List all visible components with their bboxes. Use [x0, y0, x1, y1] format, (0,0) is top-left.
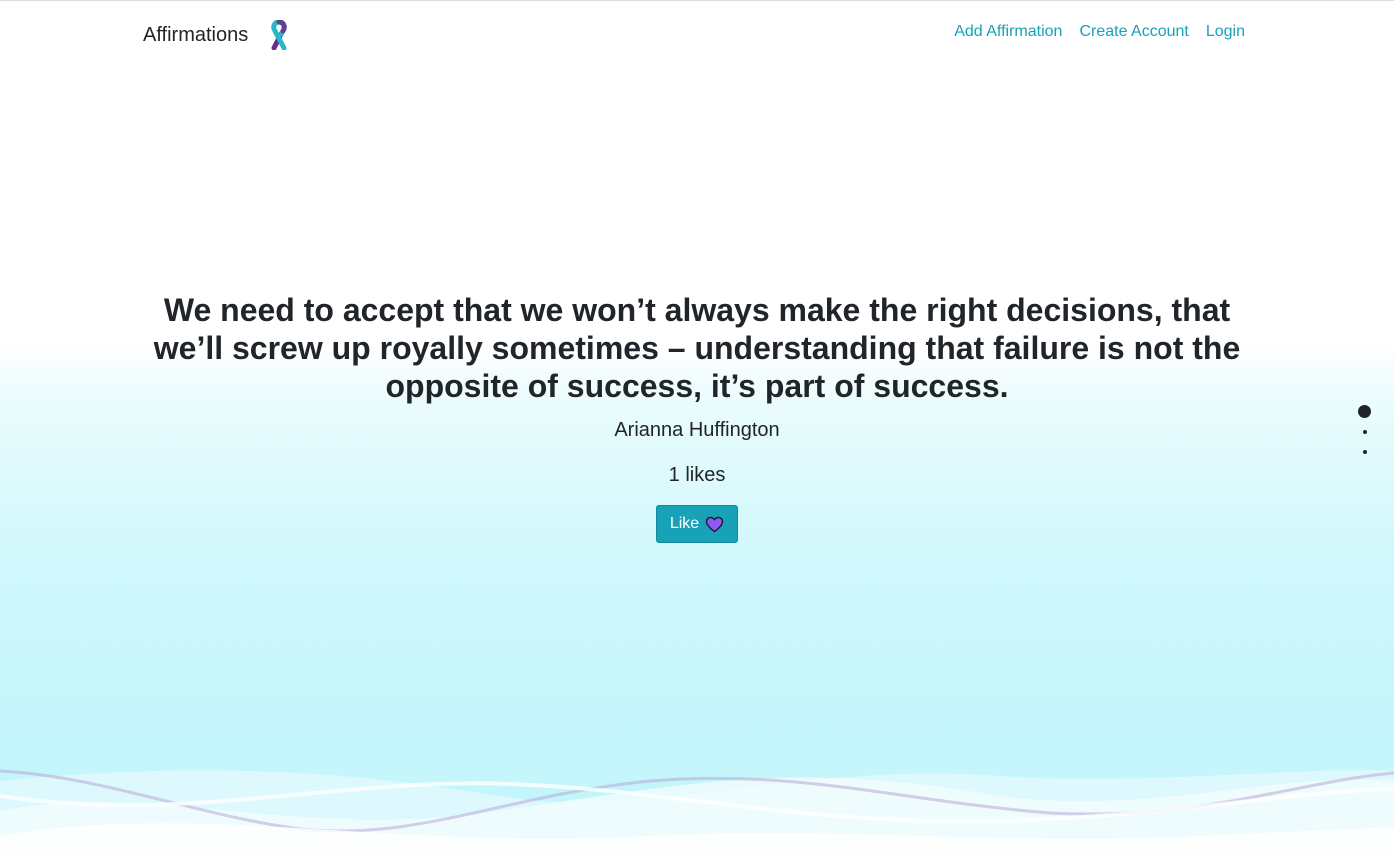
affirmation-slide: We need to accept that we won’t always m… [0, 291, 1394, 543]
brand-title[interactable]: Affirmations [143, 24, 248, 47]
nav-links: Add Affirmation Create Account Login [954, 23, 1245, 41]
affirmation-author: Arianna Huffington [614, 419, 780, 441]
carousel-dot-1[interactable] [1358, 405, 1371, 418]
carousel-dot-3[interactable] [1363, 450, 1367, 454]
nav-link-create-account[interactable]: Create Account [1079, 23, 1188, 41]
decorative-waves [0, 769, 1394, 858]
awareness-ribbon-icon [271, 20, 287, 50]
heart-icon [705, 516, 724, 532]
nav-link-add-affirmation[interactable]: Add Affirmation [954, 23, 1062, 41]
nav-link-login[interactable]: Login [1206, 23, 1245, 41]
likes-count: 1 likes [668, 464, 726, 486]
affirmation-quote: We need to accept that we won’t always m… [153, 292, 1241, 404]
carousel-dot-2[interactable] [1363, 430, 1367, 434]
navbar: Affirmations Add Affirmation Create Acco… [0, 1, 1394, 63]
like-button-label: Like [669, 515, 700, 532]
brand[interactable]: Affirmations [143, 20, 292, 50]
like-button[interactable]: Like [656, 505, 738, 543]
